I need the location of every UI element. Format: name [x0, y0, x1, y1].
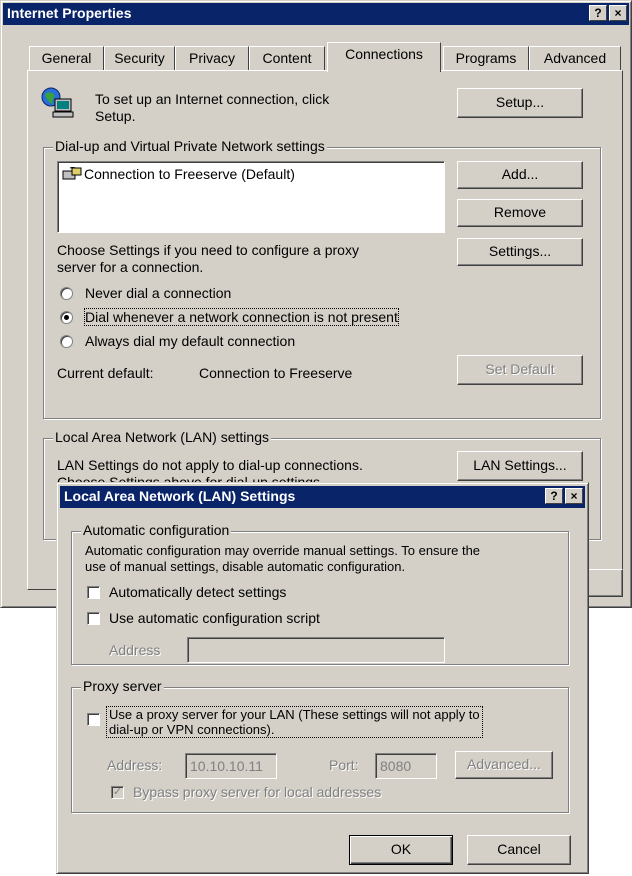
use-proxy-label-line1: Use a proxy server for your LAN (These s… [109, 707, 480, 722]
auto-detect-label[interactable]: Automatically detect settings [109, 584, 286, 600]
current-default-value: Connection to Freeserve [199, 365, 353, 381]
setup-text-line1: To set up an Internet connection, click [95, 91, 330, 107]
lan-text-line1: LAN Settings do not apply to dial-up con… [57, 457, 363, 473]
auto-script-label[interactable]: Use automatic configuration script [109, 610, 320, 626]
proxy-address-input[interactable]: 10.10.10.11 [185, 753, 277, 779]
tab-label: Privacy [189, 50, 235, 66]
tab-general[interactable]: General [29, 46, 104, 70]
window-title: Internet Properties [7, 5, 132, 21]
tab-label: Programs [455, 50, 517, 66]
help-button[interactable]: ? [589, 5, 607, 21]
tab-privacy[interactable]: Privacy [175, 46, 249, 70]
advanced-button-label: Advanced... [467, 756, 541, 772]
lan-settings-button[interactable]: LAN Settings... [457, 451, 583, 481]
bypass-label[interactable]: Bypass proxy server for local addresses [133, 784, 381, 800]
lan-settings-dialog: Local Area Network (LAN) Settings ? × Au… [56, 482, 589, 874]
connection-name: Connection to Freeserve (Default) [84, 166, 295, 182]
lan-close-button[interactable]: × [565, 488, 583, 504]
proxy-address-label: Address: [107, 757, 163, 773]
port-label: Port: [329, 757, 359, 773]
radio-always-dial[interactable] [60, 335, 73, 348]
setup-button-label: Setup... [495, 94, 545, 110]
tab-programs[interactable]: Programs [443, 46, 529, 70]
proxy-server-group-label: Proxy server [81, 678, 164, 694]
remove-button-label: Remove [493, 204, 547, 220]
remove-button[interactable]: Remove [457, 199, 583, 227]
radio-never-dial[interactable] [60, 287, 73, 300]
bypass-checkbox[interactable]: ✓ [111, 786, 124, 799]
tab-label: Connections [345, 46, 423, 62]
port-value: 8080 [380, 758, 412, 774]
tab-label: Security [114, 50, 165, 66]
cancel-button[interactable]: Cancel [467, 835, 571, 865]
settings-button-label: Settings... [488, 243, 552, 259]
cancel-button-label: Cancel [497, 841, 541, 857]
lan-title-bar[interactable]: Local Area Network (LAN) Settings ? × [60, 486, 585, 508]
tab-connections[interactable]: Connections [327, 42, 441, 72]
radio-always-dial-label[interactable]: Always dial my default connection [85, 333, 295, 349]
tab-label: Advanced [543, 50, 607, 66]
use-proxy-label[interactable]: Use a proxy server for your LAN (These s… [106, 706, 483, 738]
auto-detect-checkbox[interactable] [87, 586, 100, 599]
lan-dialog-title: Local Area Network (LAN) Settings [64, 488, 296, 504]
radio-dial-whenever[interactable] [60, 311, 73, 324]
proxy-text-line1: Choose Settings if you need to configure… [57, 242, 359, 258]
tab-security[interactable]: Security [104, 46, 175, 70]
auto-config-group-label: Automatic configuration [81, 522, 232, 538]
advanced-button[interactable]: Advanced... [455, 751, 553, 779]
auto-script-checkbox[interactable] [87, 612, 100, 625]
dialup-connection-icon [62, 166, 84, 185]
add-button[interactable]: Add... [457, 161, 583, 189]
set-default-button[interactable]: Set Default [457, 355, 583, 385]
network-computer-icon [39, 85, 75, 121]
lan-group-label: Local Area Network (LAN) settings [53, 429, 271, 445]
lan-help-button[interactable]: ? [545, 488, 563, 504]
dialup-group-label: Dial-up and Virtual Private Network sett… [53, 138, 327, 154]
script-address-input[interactable] [187, 637, 445, 663]
connections-listbox[interactable]: Connection to Freeserve (Default) [57, 161, 445, 233]
setup-text-line2: Setup. [95, 108, 136, 124]
auto-config-desc-line2: use of manual settings, disable automati… [85, 559, 406, 574]
use-proxy-checkbox[interactable] [87, 713, 100, 726]
add-button-label: Add... [501, 166, 539, 182]
script-address-label: Address [109, 642, 161, 658]
set-default-button-label: Set Default [485, 361, 555, 377]
proxy-text-line2: server for a connection. [57, 259, 204, 275]
title-bar[interactable]: Internet Properties ? × [3, 3, 629, 25]
ok-button[interactable]: OK [349, 835, 453, 865]
tab-label: General [41, 50, 92, 66]
radio-dial-whenever-label[interactable]: Dial whenever a network connection is no… [84, 308, 399, 326]
ok-button-label: OK [390, 841, 412, 857]
tab-label: Content [262, 50, 312, 66]
tab-content[interactable]: Content [249, 46, 325, 70]
proxy-address-value: 10.10.10.11 [190, 758, 263, 774]
radio-never-dial-label[interactable]: Never dial a connection [85, 285, 231, 301]
setup-button[interactable]: Setup... [457, 88, 583, 118]
list-item[interactable]: Connection to Freeserve (Default) [62, 166, 295, 184]
close-button[interactable]: × [609, 5, 627, 21]
use-proxy-label-line2: dial-up or VPN connections). [109, 722, 275, 737]
auto-config-desc-line1: Automatic configuration may override man… [85, 543, 481, 558]
lan-settings-button-label: LAN Settings... [473, 457, 567, 473]
port-input[interactable]: 8080 [375, 753, 437, 779]
settings-button[interactable]: Settings... [457, 238, 583, 266]
current-default-label: Current default: [57, 365, 154, 381]
tab-advanced[interactable]: Advanced [529, 46, 621, 70]
